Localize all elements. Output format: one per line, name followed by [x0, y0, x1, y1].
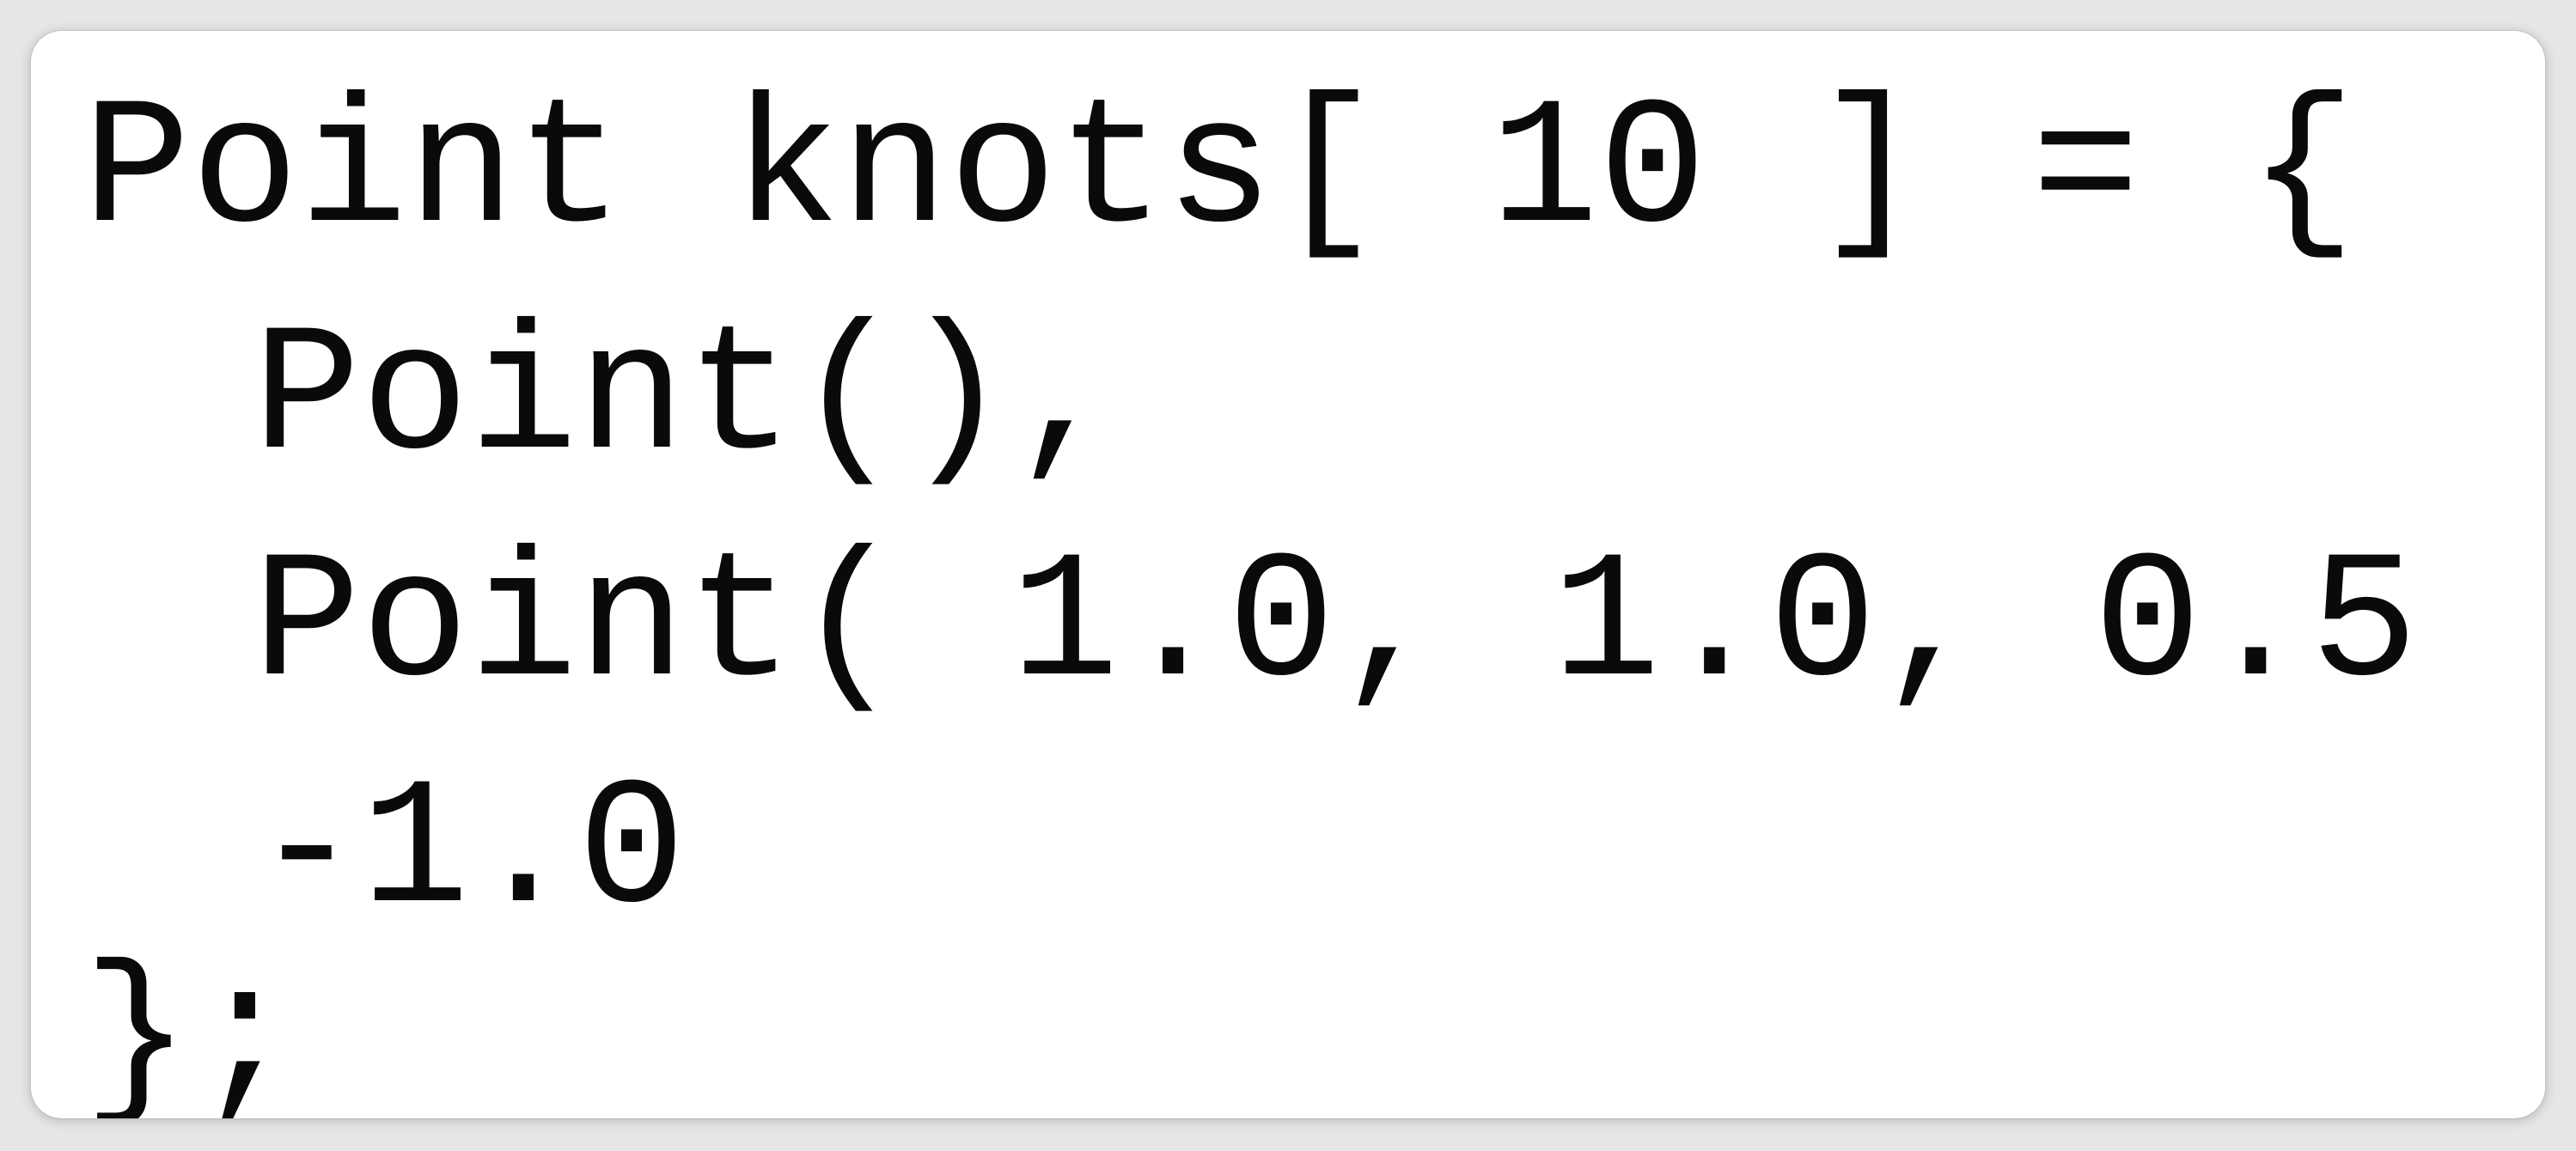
code-snippet-card: Point knots[ 10 ] = { Point(), Point( 1.… — [31, 31, 2545, 1118]
code-line-4: -1.0 — [253, 751, 687, 955]
code-line-2: Point(), — [253, 297, 1120, 502]
code-line-5: }; — [82, 938, 300, 1118]
code-line-3: Point( 1.0, 1.0, 0.5 ), — [253, 524, 2545, 728]
code-line-1: Point knots[ 10 ] = { — [82, 70, 2357, 275]
